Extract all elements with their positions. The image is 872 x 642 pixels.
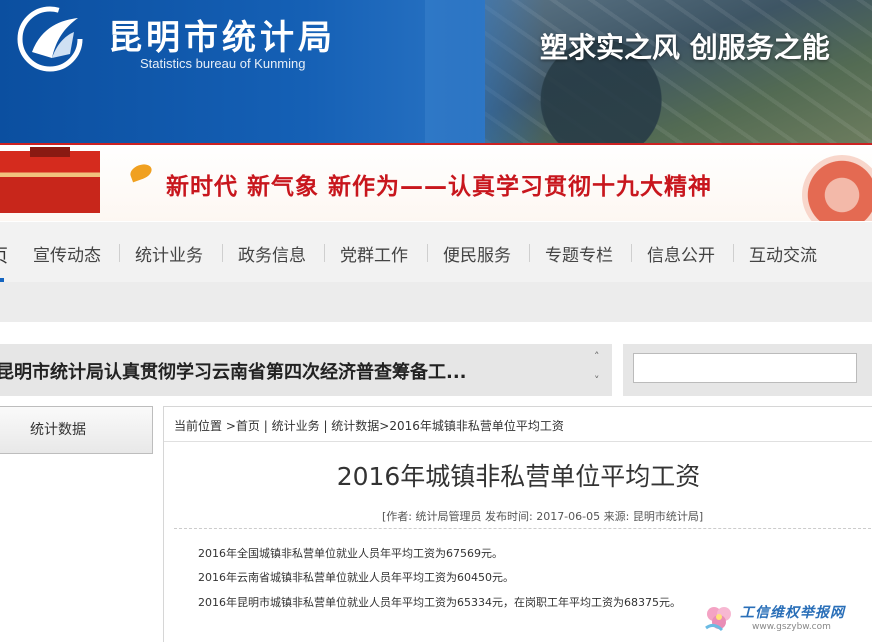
breadcrumb-level2-link[interactable]: 统计数据>2016年城镇非私营单位平均工资	[331, 419, 564, 433]
city-photo	[425, 0, 872, 143]
news-ticker: 昆明市统计局认真贯彻学习云南省第四次经济普查筹备工... ˄ ˅	[0, 344, 612, 396]
breadcrumb-separator: |	[263, 419, 272, 433]
search-area	[623, 344, 872, 396]
bureau-logo-icon	[17, 6, 83, 72]
article-paragraph: 2016年云南省城镇非私营单位就业人员年平均工资为60450元。	[198, 571, 514, 584]
nav-divider	[427, 244, 428, 262]
ticker-up-icon[interactable]: ˄	[594, 350, 600, 363]
sidebar-item-statistics-data[interactable]: 统计数据	[0, 406, 153, 454]
ticker-headline[interactable]: 昆明市统计局认真贯彻学习云南省第四次经济普查筹备工...	[0, 358, 467, 384]
nav-item-party-work[interactable]: 党群工作	[340, 241, 408, 266]
sidebar-item-label: 统计数据	[30, 422, 86, 438]
article-paragraph: 2016年昆明市城镇非私营单位就业人员年平均工资为65334元，在岗职工年平均工…	[198, 596, 681, 609]
nav-divider	[733, 244, 734, 262]
nav-divider	[529, 244, 530, 262]
nav-item-info-disclosure[interactable]: 信息公开	[647, 241, 715, 266]
nav-item-government-info[interactable]: 政务信息	[238, 241, 306, 266]
watermark-title: 工信维权举报网	[740, 605, 845, 621]
breadcrumb-divider	[164, 441, 872, 442]
theme-banner[interactable]: 新时代 新气象 新作为——认真学习贯彻十九大精神	[0, 143, 872, 221]
flower-icon	[705, 607, 731, 632]
main-nav: 页 宣传动态 统计业务 政务信息 党群工作 便民服务 专题专栏 信息公开 互动交…	[0, 222, 872, 283]
banner-text: 新时代 新气象 新作为——认真学习贯彻十九大精神	[166, 174, 713, 200]
nav-item-home-label: 页	[0, 246, 8, 267]
nav-item-special-topics[interactable]: 专题专栏	[545, 241, 613, 266]
nav-item-publicity[interactable]: 宣传动态	[33, 241, 101, 266]
tiananmen-gate-icon	[0, 147, 100, 213]
nav-divider	[324, 244, 325, 262]
site-title: 昆明市统计局	[108, 18, 336, 58]
nav-item-statistics-business[interactable]: 统计业务	[135, 241, 203, 266]
breadcrumb-level1-link[interactable]: 统计业务	[272, 419, 320, 433]
breadcrumb-home-link[interactable]: >首页	[226, 419, 260, 433]
ticker-down-icon[interactable]: ˅	[594, 374, 600, 387]
nav-divider	[119, 244, 120, 262]
nav-item-public-service[interactable]: 便民服务	[443, 241, 511, 266]
spacer-band	[0, 282, 872, 322]
breadcrumb-prefix: 当前位置	[174, 419, 223, 433]
decoration-circle-icon	[802, 155, 872, 221]
header-slogan: 塑求实之风 创服务之能	[540, 31, 830, 64]
article-paragraph: 2016年全国城镇非私营单位就业人员年平均工资为67569元。	[198, 547, 503, 560]
nav-item-home[interactable]: 页	[0, 242, 10, 267]
nav-divider	[222, 244, 223, 262]
site-subtitle: Statistics bureau of Kunming	[140, 56, 306, 71]
nav-divider	[631, 244, 632, 262]
article-divider	[174, 528, 871, 529]
site-header: 昆明市统计局 Statistics bureau of Kunming 塑求实之…	[0, 0, 872, 143]
nav-item-interaction[interactable]: 互动交流	[749, 241, 817, 266]
watermark-url: www.gszybw.com	[752, 622, 831, 632]
article-title: 2016年城镇非私营单位平均工资	[336, 462, 701, 491]
search-input[interactable]	[633, 353, 857, 383]
watermark: 工信维权举报网 www.gszybw.com	[700, 598, 872, 638]
dove-icon	[128, 161, 154, 183]
breadcrumb: 当前位置 >首页 | 统计业务 | 统计数据>2016年城镇非私营单位平均工资	[174, 417, 564, 434]
article-meta: [作者: 统计局管理员 发布时间: 2017-06-05 来源: 昆明市统计局]	[382, 510, 704, 523]
